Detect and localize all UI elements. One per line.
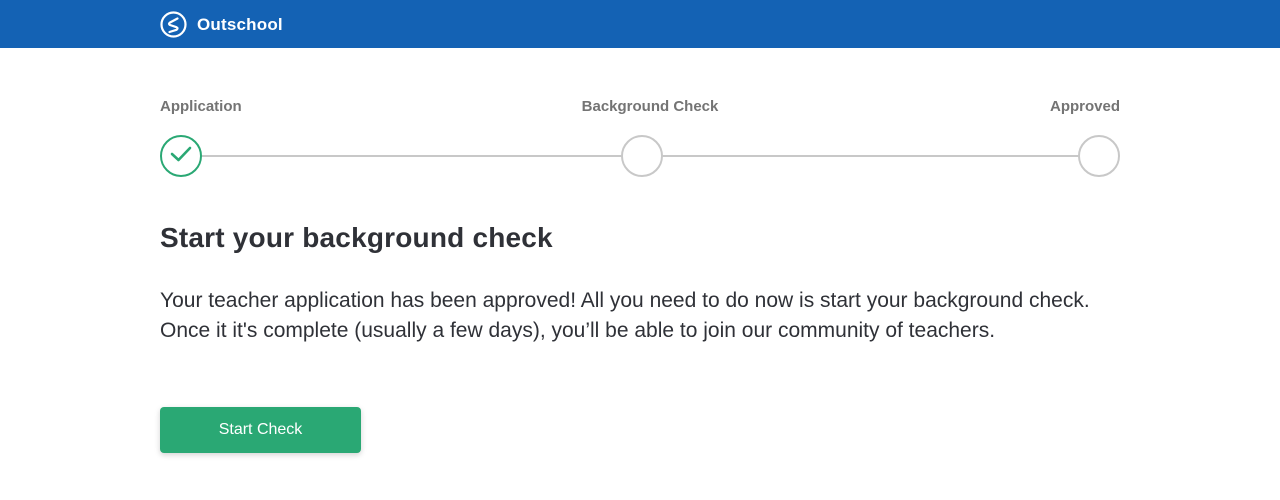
brand-home-link[interactable]: Outschool — [160, 11, 283, 38]
step-indicator-background-check — [621, 135, 663, 177]
application-progress-stepper: Application Background Check Approved — [160, 96, 1120, 180]
page-title: Start your background check — [160, 222, 553, 253]
outschool-logo-icon — [160, 11, 187, 38]
start-check-button[interactable]: Start Check — [160, 407, 361, 453]
step-label-application: Application — [160, 98, 242, 115]
instructions-text: Your teacher application has been approv… — [160, 289, 1090, 342]
brand-name: Outschool — [197, 14, 283, 34]
step-indicator-application-complete — [160, 135, 202, 177]
progress-connector-line — [662, 155, 1080, 157]
top-navigation-bar: Outschool — [0, 0, 1280, 48]
progress-connector-line — [202, 155, 624, 157]
checkmark-icon — [170, 145, 192, 168]
step-label-approved: Approved — [1049, 98, 1120, 115]
step-label-background-check: Background Check — [581, 98, 719, 115]
step-indicator-approved — [1078, 135, 1120, 177]
